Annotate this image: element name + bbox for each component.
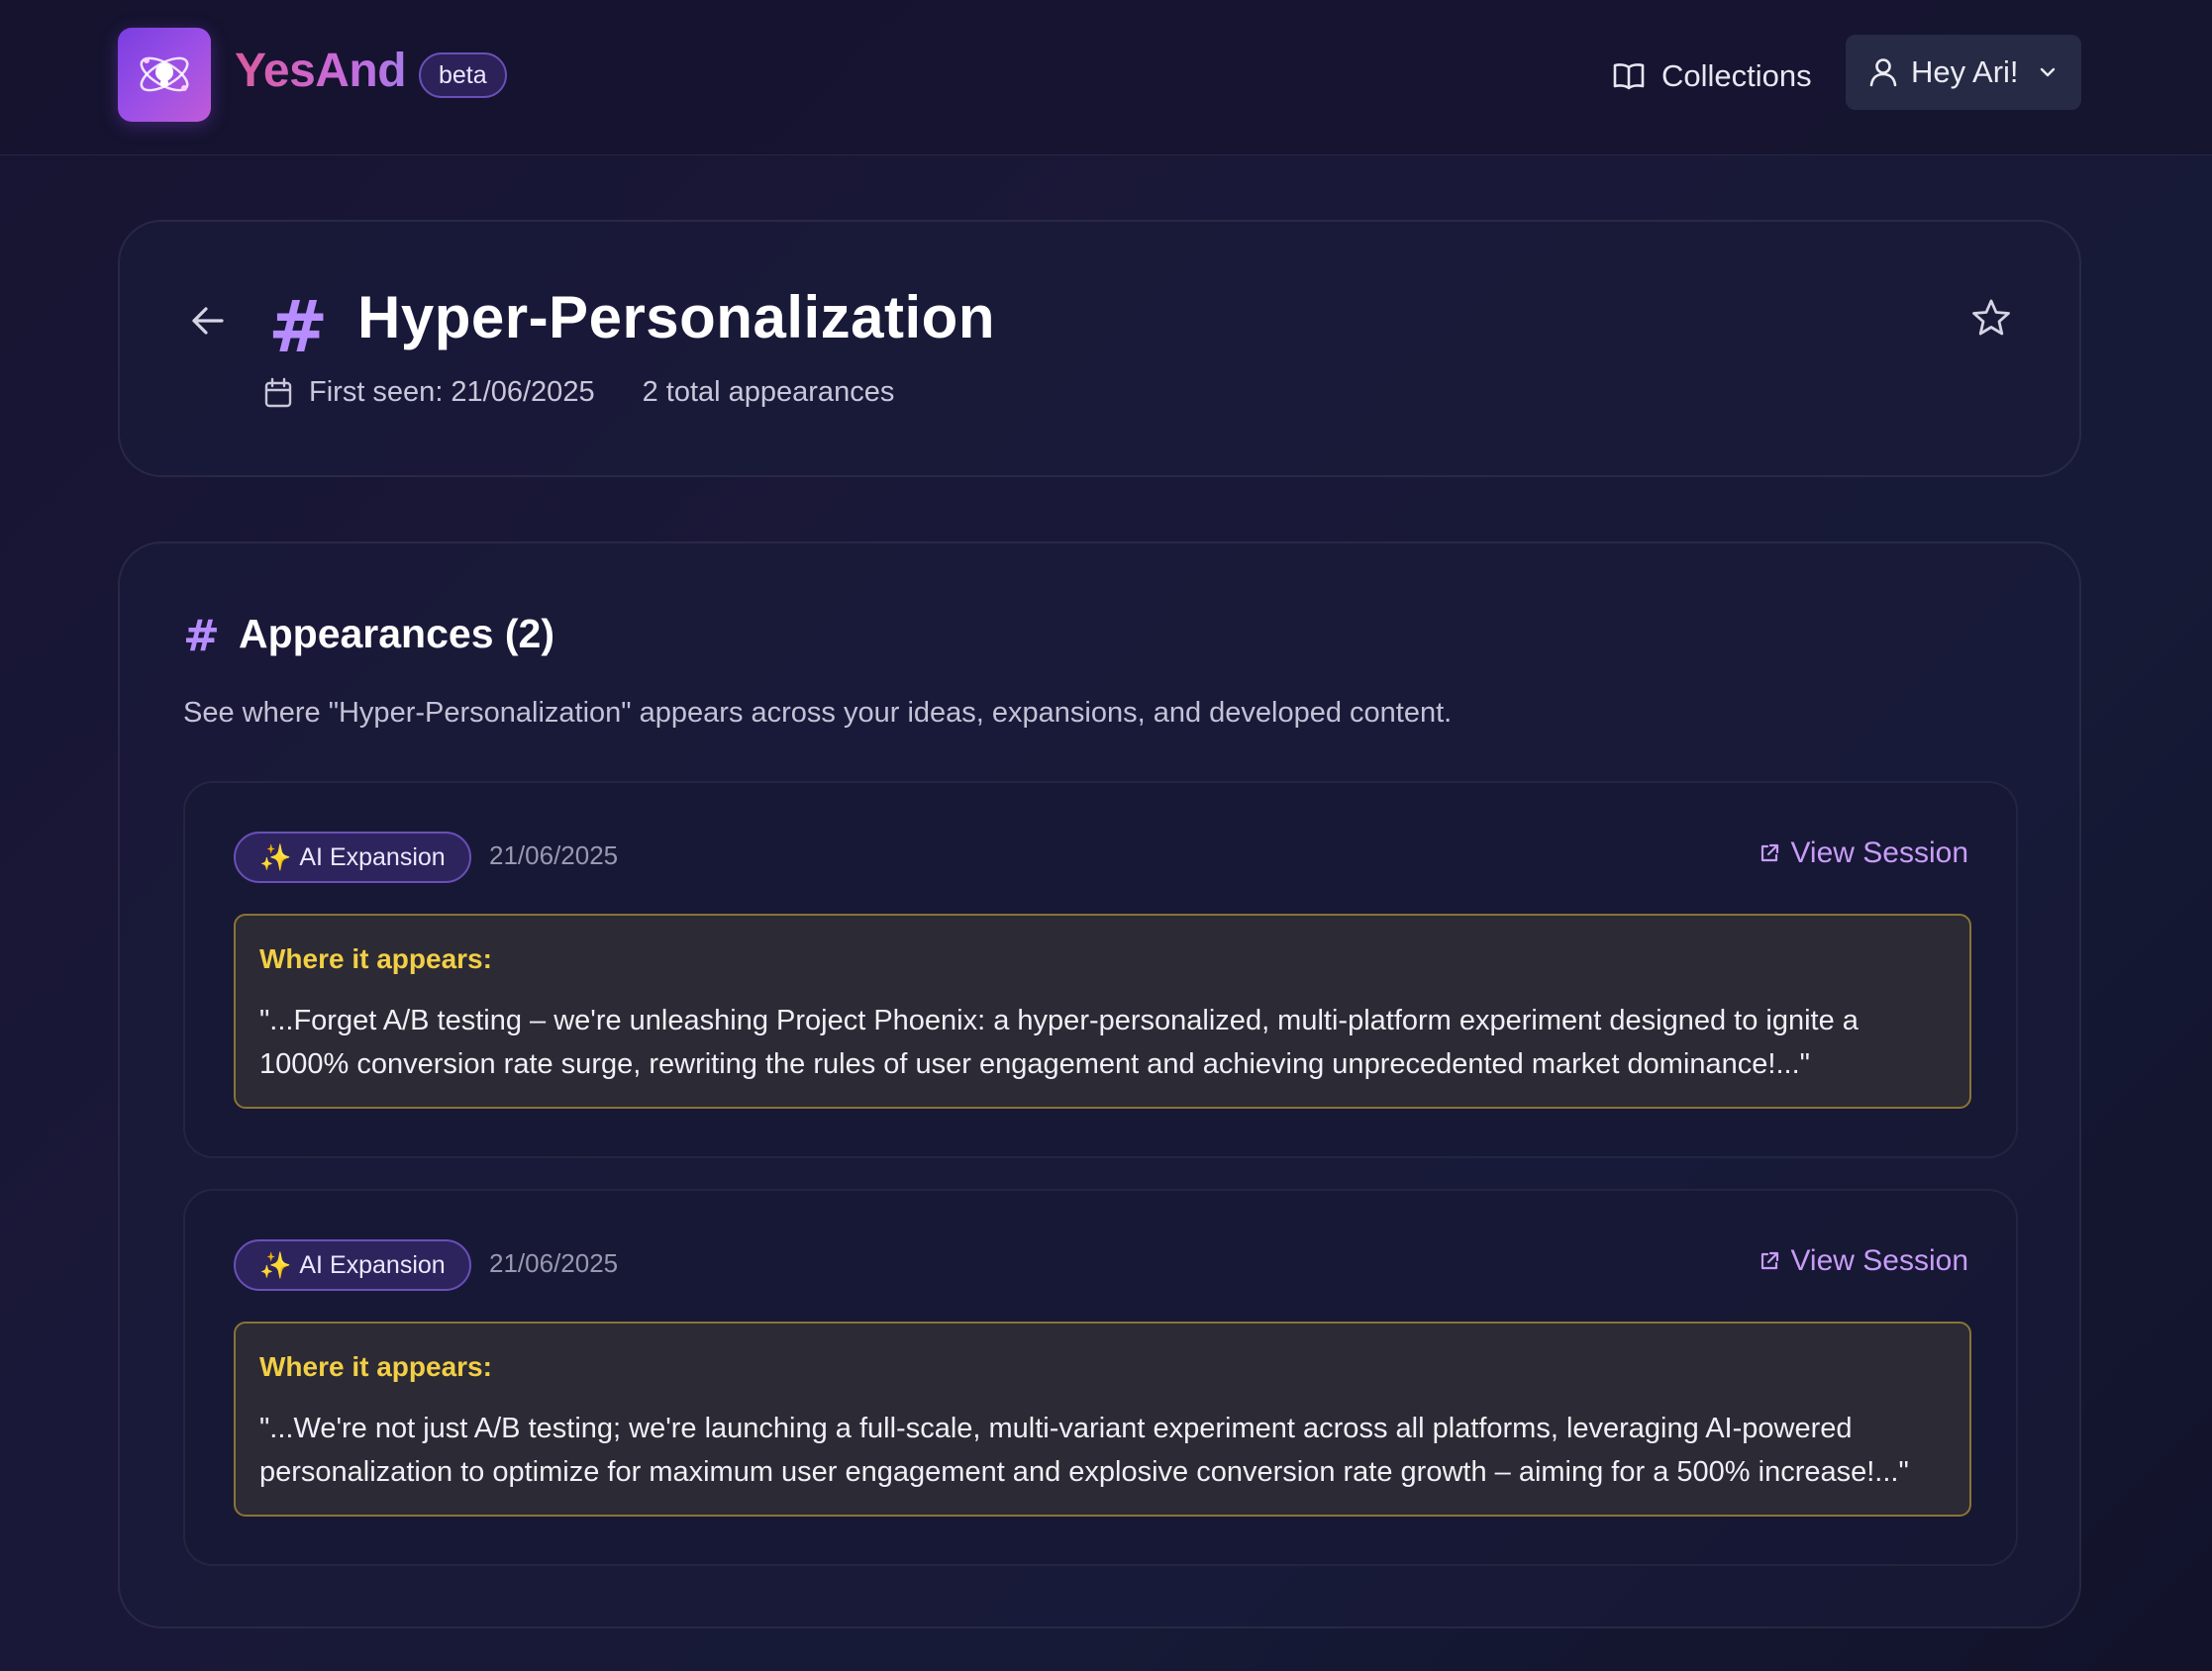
context-quote-box: Where it appears: "...Forget A/B testing… (234, 914, 1971, 1109)
app-logo[interactable] (118, 28, 211, 122)
external-link-icon (1761, 843, 1779, 862)
appearance-date: 21/06/2025 (489, 1248, 619, 1278)
source-type-label: AI Expansion (299, 842, 446, 871)
book-open-icon (1613, 63, 1645, 90)
brand-name: YesAnd (235, 45, 407, 97)
user-icon (1869, 58, 1897, 87)
hashtag-icon: # (268, 285, 329, 368)
total-appearances: 2 total appearances (642, 376, 895, 408)
context-quote: "...Forget A/B testing – we're unleashin… (259, 1005, 1859, 1080)
atom-bulb-icon (140, 56, 189, 92)
view-session-label: View Session (1790, 836, 1968, 869)
topic-meta: First seen: 21/06/2025 2 total appearanc… (263, 376, 894, 409)
appearances-description: See where "Hyper-Personalization" appear… (183, 697, 1453, 729)
top-nav: YesAnd beta Collections Hey Ari! (0, 0, 2212, 155)
external-link-icon (1761, 1251, 1779, 1270)
collections-link[interactable]: Collections (1612, 54, 1812, 98)
sparkles-icon: ✨ (259, 1249, 292, 1280)
view-session-label: View Session (1790, 1244, 1968, 1277)
beta-badge: beta (419, 52, 507, 98)
star-favorite-icon[interactable] (1970, 297, 2012, 339)
page-title: Hyper-Personalization (357, 284, 995, 350)
back-arrow-icon[interactable] (188, 301, 228, 341)
topic-header-card: # Hyper-Personalization First seen: 21/0… (118, 220, 2081, 477)
context-quote: "...We're not just A/B testing; we're la… (259, 1413, 1909, 1488)
appearance-date: 21/06/2025 (489, 840, 619, 870)
user-menu-button[interactable]: Hey Ari! (1846, 35, 2081, 110)
appearance-item: ✨ AI Expansion 21/06/2025 View Session W… (183, 781, 2018, 1158)
context-quote-box: Where it appears: "...We're not just A/B… (234, 1322, 1971, 1517)
where-it-appears-label: Where it appears: (259, 943, 492, 974)
where-it-appears-label: Where it appears: (259, 1351, 492, 1382)
appearances-title: Appearances (2) (239, 611, 555, 656)
hashtag-icon: # (183, 611, 220, 661)
chevron-down-icon (2040, 67, 2055, 77)
view-session-link[interactable]: View Session (1759, 1244, 1968, 1278)
view-session-link[interactable]: View Session (1759, 836, 1968, 870)
calendar-icon (264, 377, 292, 407)
user-greeting: Hey Ari! (1911, 54, 2019, 89)
appearances-card: # Appearances (2) See where "Hyper-Perso… (118, 541, 2081, 1628)
collections-label: Collections (1661, 58, 1812, 93)
source-type-badge: ✨ AI Expansion (234, 1239, 471, 1291)
source-type-badge: ✨ AI Expansion (234, 832, 471, 883)
sparkles-icon: ✨ (259, 841, 292, 872)
appearance-item: ✨ AI Expansion 21/06/2025 View Session W… (183, 1189, 2018, 1566)
source-type-label: AI Expansion (299, 1250, 446, 1279)
first-seen-date: First seen: 21/06/2025 (309, 376, 595, 408)
